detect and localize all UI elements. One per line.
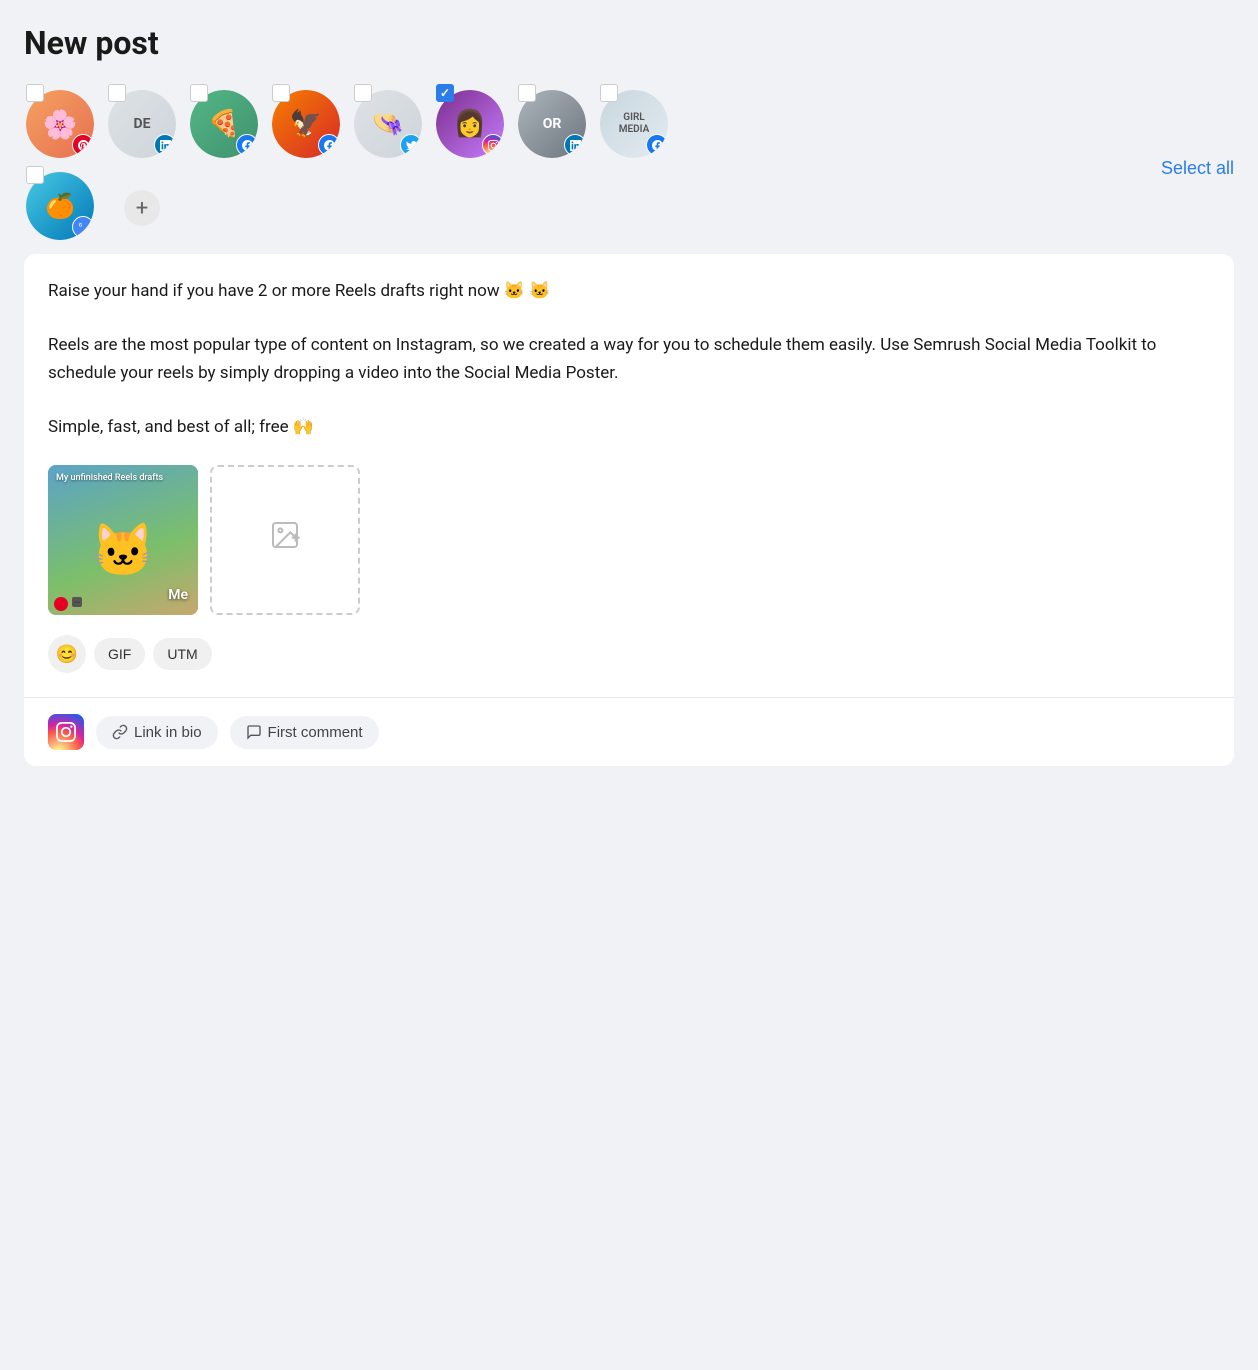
account-instagram[interactable]: 👩 [434,82,506,154]
account-pinterest[interactable]: 🌸 [24,82,96,154]
account-checkbox-6[interactable] [436,84,454,102]
svg-text:G: G [78,222,81,228]
account-checkbox-7[interactable] [518,84,536,102]
account-checkbox-8[interactable] [600,84,618,102]
account-de-linkedin[interactable]: DE [106,82,178,154]
add-media-button[interactable] [210,465,360,615]
bottom-bar: Link in bio First comment [24,697,1234,766]
account-girl-media-facebook[interactable]: GIRLMEDIA [598,82,670,154]
gif-button[interactable]: GIF [94,638,145,670]
account-checkbox-3[interactable] [190,84,208,102]
account-checkbox-9[interactable] [26,166,44,184]
comment-icon [246,724,262,740]
select-all-button[interactable]: Select all [1161,158,1234,179]
media-area: My unfinished Reels drafts 🐱 Me ··· [48,465,1210,615]
first-comment-button[interactable]: First comment [230,716,379,749]
link-in-bio-button[interactable]: Link in bio [96,716,218,749]
account-checkbox-2[interactable] [108,84,126,102]
utm-button[interactable]: UTM [153,638,211,670]
post-content-card: Raise your hand if you have 2 or more Re… [24,254,1234,766]
accounts-row-1: 🌸 DE [24,82,1161,154]
cat-image-label: My unfinished Reels drafts [56,473,190,483]
media-thumbnail-1[interactable]: My unfinished Reels drafts 🐱 Me ··· [48,465,198,615]
accounts-row-2: 🍊 G + [24,164,1161,244]
add-account-button[interactable]: + [106,172,178,244]
account-checkbox-1[interactable] [26,84,44,102]
social-badge-linkedin-1 [154,134,176,156]
social-badge-twitter [400,134,422,156]
social-badge-linkedin-2 [564,134,586,156]
account-facebook-2[interactable]: 🦅 [270,82,342,154]
account-twitter[interactable]: 👒 [352,82,424,154]
account-checkbox-5[interactable] [354,84,372,102]
post-text-area[interactable]: Raise your hand if you have 2 or more Re… [24,254,1234,697]
cat-me-label: Me [168,587,188,603]
thumb-icon-pinterest [54,597,68,611]
add-media-icon [269,519,301,558]
thumbnail-icons: ··· [54,597,82,611]
link-icon [112,724,128,740]
post-body-text: Raise your hand if you have 2 or more Re… [48,278,1210,441]
page-title: New post [24,24,1234,62]
account-or-linkedin[interactable]: OR [516,82,588,154]
account-facebook-1[interactable]: 🍕 [188,82,260,154]
social-badge-pinterest [72,134,94,156]
social-badge-facebook-1 [236,134,258,156]
social-badge-gmb: G [72,216,94,238]
plus-icon: + [124,190,160,226]
instagram-icon-large [48,714,84,750]
social-badge-facebook-3 [646,134,668,156]
first-comment-label: First comment [268,724,363,741]
social-badge-facebook-2 [318,134,340,156]
link-in-bio-label: Link in bio [134,724,202,741]
thumb-icon-dots: ··· [72,597,82,607]
account-checkbox-4[interactable] [272,84,290,102]
account-gmb[interactable]: 🍊 G [24,164,96,236]
social-badge-instagram [482,134,504,156]
emoji-button[interactable]: 😊 [48,635,86,673]
post-toolbar: 😊 GIF UTM [48,635,1210,673]
